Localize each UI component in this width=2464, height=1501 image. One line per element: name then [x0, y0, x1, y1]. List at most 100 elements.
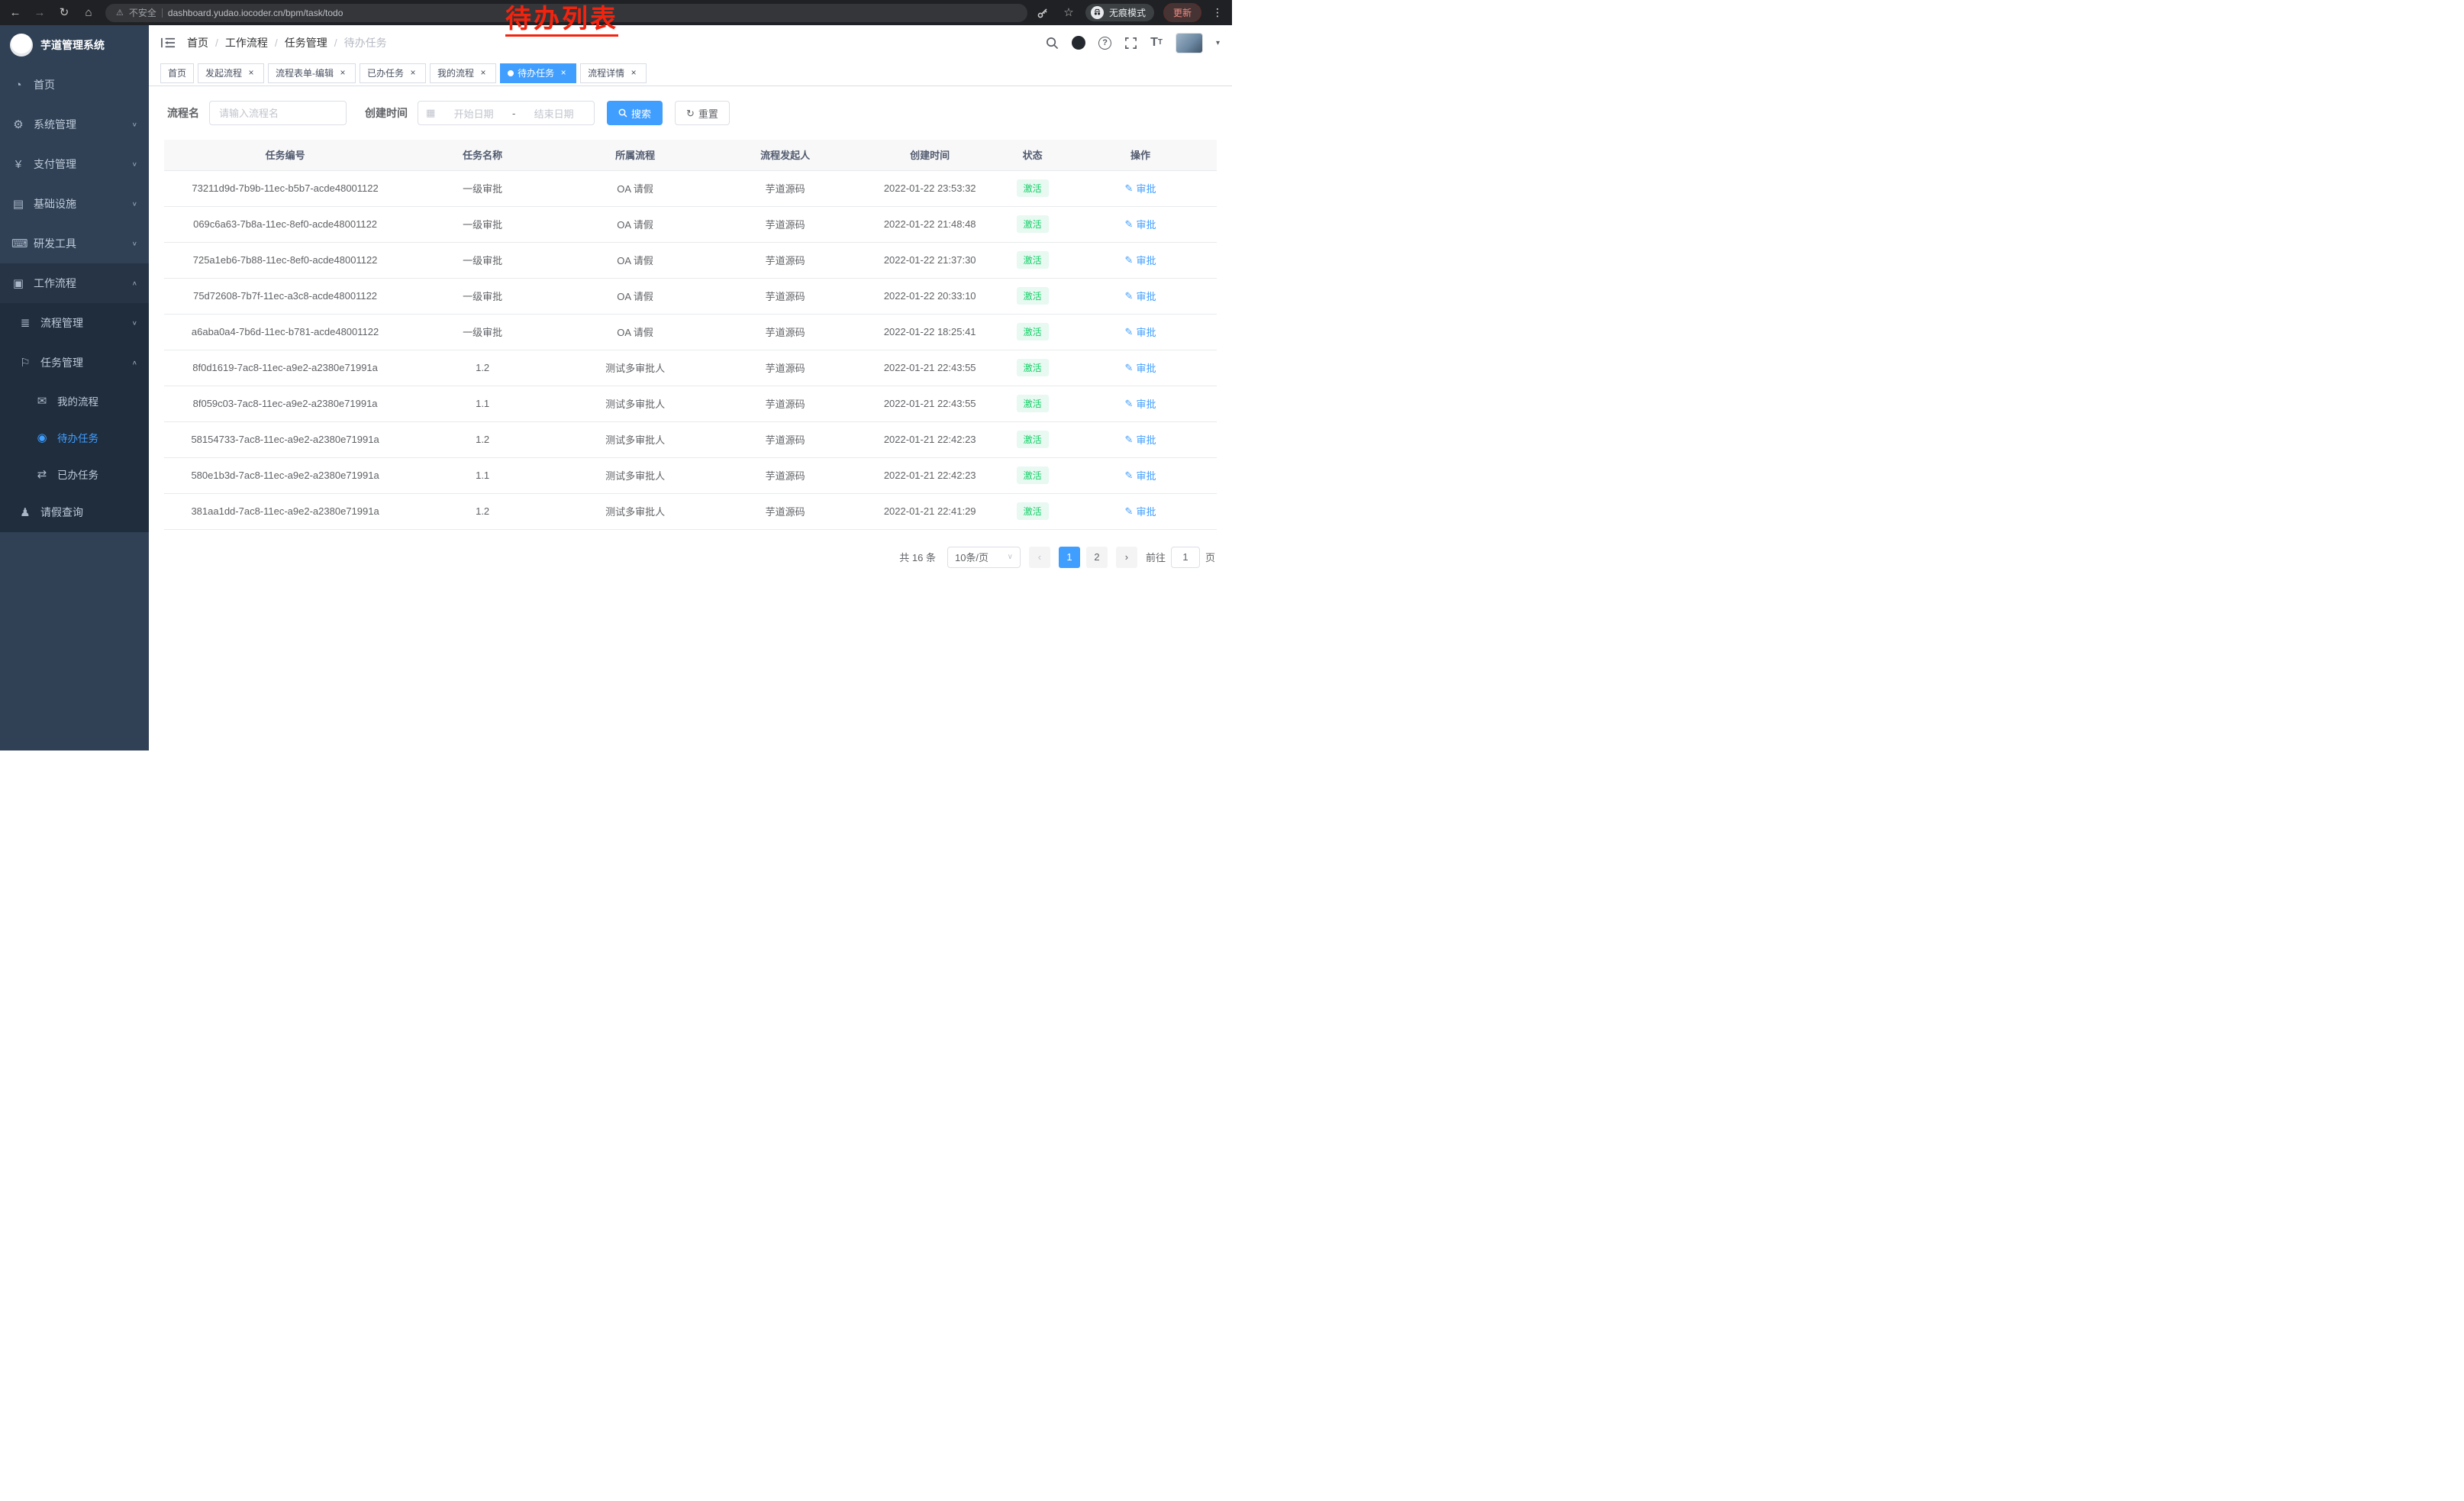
key-icon[interactable]	[1037, 7, 1052, 19]
cell-process: OA 请假	[559, 242, 711, 278]
table-body: 73211d9d-7b9b-11ec-b5b7-acde48001122一级审批…	[164, 170, 1217, 529]
approve-label: 审批	[1136, 432, 1156, 447]
refresh-icon[interactable]: ↻	[56, 7, 72, 18]
tab-close-icon[interactable]: ×	[337, 68, 348, 79]
sidebar-item-done-tasks[interactable]: ⇄已办任务	[0, 456, 149, 492]
help-icon[interactable]: ?	[1098, 37, 1111, 50]
back-icon[interactable]: ←	[8, 7, 23, 18]
approve-link[interactable]: ✎审批	[1125, 217, 1156, 231]
tab-form-edit[interactable]: 流程表单-编辑×	[268, 63, 356, 83]
tools-icon: ⌨	[11, 237, 25, 250]
approve-link[interactable]: ✎审批	[1125, 504, 1156, 518]
goto-page-input[interactable]	[1171, 547, 1200, 568]
fullscreen-icon[interactable]	[1124, 37, 1137, 50]
approve-link[interactable]: ✎审批	[1125, 396, 1156, 411]
tab-todo-tasks[interactable]: 待办任务×	[500, 63, 576, 83]
forward-icon[interactable]: →	[32, 7, 47, 18]
app-logo-image	[10, 34, 33, 56]
page-size-select[interactable]: 10条/页 ∨	[947, 547, 1021, 568]
tab-start-process[interactable]: 发起流程×	[198, 63, 264, 83]
cell-action: ✎审批	[1064, 350, 1217, 386]
approve-link[interactable]: ✎审批	[1125, 253, 1156, 267]
active-tab-dot-icon	[508, 70, 514, 76]
table-row: 75d72608-7b7f-11ec-a3c8-acde48001122一级审批…	[164, 278, 1217, 314]
tab-close-icon[interactable]: ×	[246, 68, 256, 79]
cell-id: 8f059c03-7ac8-11ec-a9e2-a2380e71991a	[164, 386, 406, 421]
font-size-icon[interactable]: TT	[1150, 37, 1163, 49]
reset-button-label: 重置	[698, 106, 718, 121]
sidebar-item-my-process[interactable]: ✉我的流程	[0, 383, 149, 419]
sidebar-item-label: 待办任务	[57, 430, 98, 445]
user-icon: ♟	[18, 505, 32, 519]
tab-close-icon[interactable]: ×	[478, 68, 489, 79]
tab-done-tasks[interactable]: 已办任务×	[360, 63, 426, 83]
search-button[interactable]: 搜索	[607, 101, 663, 125]
prev-page-button[interactable]: ‹	[1029, 547, 1050, 568]
tab-home[interactable]: 首页	[160, 63, 194, 83]
address-bar[interactable]: ⚠ 不安全 dashboard.yudao.iocoder.cn/bpm/tas…	[105, 4, 1027, 22]
cell-status: 激活	[1001, 206, 1064, 242]
cell-action: ✎审批	[1064, 206, 1217, 242]
cell-process: OA 请假	[559, 206, 711, 242]
cell-time: 2022-01-21 22:43:55	[859, 386, 1001, 421]
tab-my-process[interactable]: 我的流程×	[430, 63, 496, 83]
status-badge: 激活	[1017, 179, 1049, 197]
approve-link[interactable]: ✎审批	[1125, 360, 1156, 375]
main-content: 首页/工作流程/任务管理/待办任务 ? TT ▾ 首页发起流程×流程表单-编辑×…	[149, 25, 1232, 750]
search-icon[interactable]	[1046, 37, 1059, 50]
breadcrumb-item[interactable]: 首页	[187, 35, 208, 50]
date-range-picker[interactable]: ▦ 开始日期 - 结束日期	[418, 101, 595, 125]
breadcrumb-item[interactable]: 工作流程	[225, 35, 268, 50]
reset-button[interactable]: ↻ 重置	[675, 101, 730, 125]
cell-time: 2022-01-22 21:48:48	[859, 206, 1001, 242]
sidebar-toggle-icon[interactable]	[161, 37, 176, 49]
approve-link[interactable]: ✎审批	[1125, 468, 1156, 483]
browser-menu-icon[interactable]: ⋮	[1211, 6, 1224, 19]
page-button-1[interactable]: 1	[1059, 547, 1080, 568]
cell-process: 测试多审批人	[559, 350, 711, 386]
process-name-input[interactable]	[209, 101, 347, 125]
sidebar-item-infrastructure[interactable]: ▤基础设施∨	[0, 184, 149, 224]
tab-close-icon[interactable]: ×	[558, 68, 569, 79]
cell-status: 激活	[1001, 278, 1064, 314]
sidebar: 芋道管理系统 ◔首页⚙系统管理∨¥支付管理∨▤基础设施∨⌨研发工具∨▣工作流程∧…	[0, 25, 149, 750]
sidebar-item-devtools[interactable]: ⌨研发工具∨	[0, 224, 149, 263]
avatar-caret-icon[interactable]: ▾	[1216, 39, 1220, 47]
cell-name: 一级审批	[406, 314, 559, 350]
breadcrumb-separator: /	[334, 37, 337, 49]
chevron-down-icon: ∨	[132, 320, 137, 327]
bookmark-star-icon[interactable]: ☆	[1061, 7, 1076, 18]
tab-process-detail[interactable]: 流程详情 ×	[580, 63, 647, 83]
table-row: 580e1b3d-7ac8-11ec-a9e2-a2380e71991a1.1测…	[164, 457, 1217, 493]
approve-link[interactable]: ✎审批	[1125, 324, 1156, 339]
user-avatar[interactable]	[1176, 33, 1203, 53]
edit-icon: ✎	[1125, 434, 1134, 446]
page-button-2[interactable]: 2	[1086, 547, 1108, 568]
tab-close-icon[interactable]: ×	[628, 68, 639, 79]
column-header: 状态	[1001, 140, 1064, 170]
sidebar-item-workflow[interactable]: ▣工作流程∧	[0, 263, 149, 303]
home-icon[interactable]: ⌂	[81, 7, 96, 18]
page-unit-label: 页	[1205, 550, 1215, 564]
approve-link[interactable]: ✎审批	[1125, 181, 1156, 195]
sidebar-item-todo-tasks[interactable]: ◉待办任务	[0, 419, 149, 456]
sidebar-item-task-mgmt[interactable]: ⚐任务管理∧	[0, 343, 149, 383]
github-icon[interactable]	[1072, 36, 1085, 50]
tab-close-icon[interactable]: ×	[408, 68, 418, 79]
tab-label: 流程详情	[588, 66, 624, 79]
cell-process: 测试多审批人	[559, 386, 711, 421]
sidebar-item-home[interactable]: ◔首页	[0, 65, 149, 105]
next-page-button[interactable]: ›	[1116, 547, 1137, 568]
breadcrumb: 首页/工作流程/任务管理/待办任务	[187, 35, 387, 50]
sidebar-item-leave-query[interactable]: ♟请假查询	[0, 492, 149, 532]
app-logo: 芋道管理系统	[0, 25, 149, 65]
sidebar-item-process-mgmt[interactable]: ≣流程管理∨	[0, 303, 149, 343]
update-button[interactable]: 更新	[1163, 3, 1201, 22]
breadcrumb-item[interactable]: 任务管理	[285, 35, 327, 50]
approve-link[interactable]: ✎审批	[1125, 432, 1156, 447]
sidebar-item-payment[interactable]: ¥支付管理∨	[0, 144, 149, 184]
task-table-wrap: 任务编号任务名称所属流程流程发起人创建时间状态操作 73211d9d-7b9b-…	[149, 140, 1232, 530]
approve-link[interactable]: ✎审批	[1125, 289, 1156, 303]
breadcrumb-separator: /	[275, 37, 278, 49]
sidebar-item-system[interactable]: ⚙系统管理∨	[0, 105, 149, 144]
